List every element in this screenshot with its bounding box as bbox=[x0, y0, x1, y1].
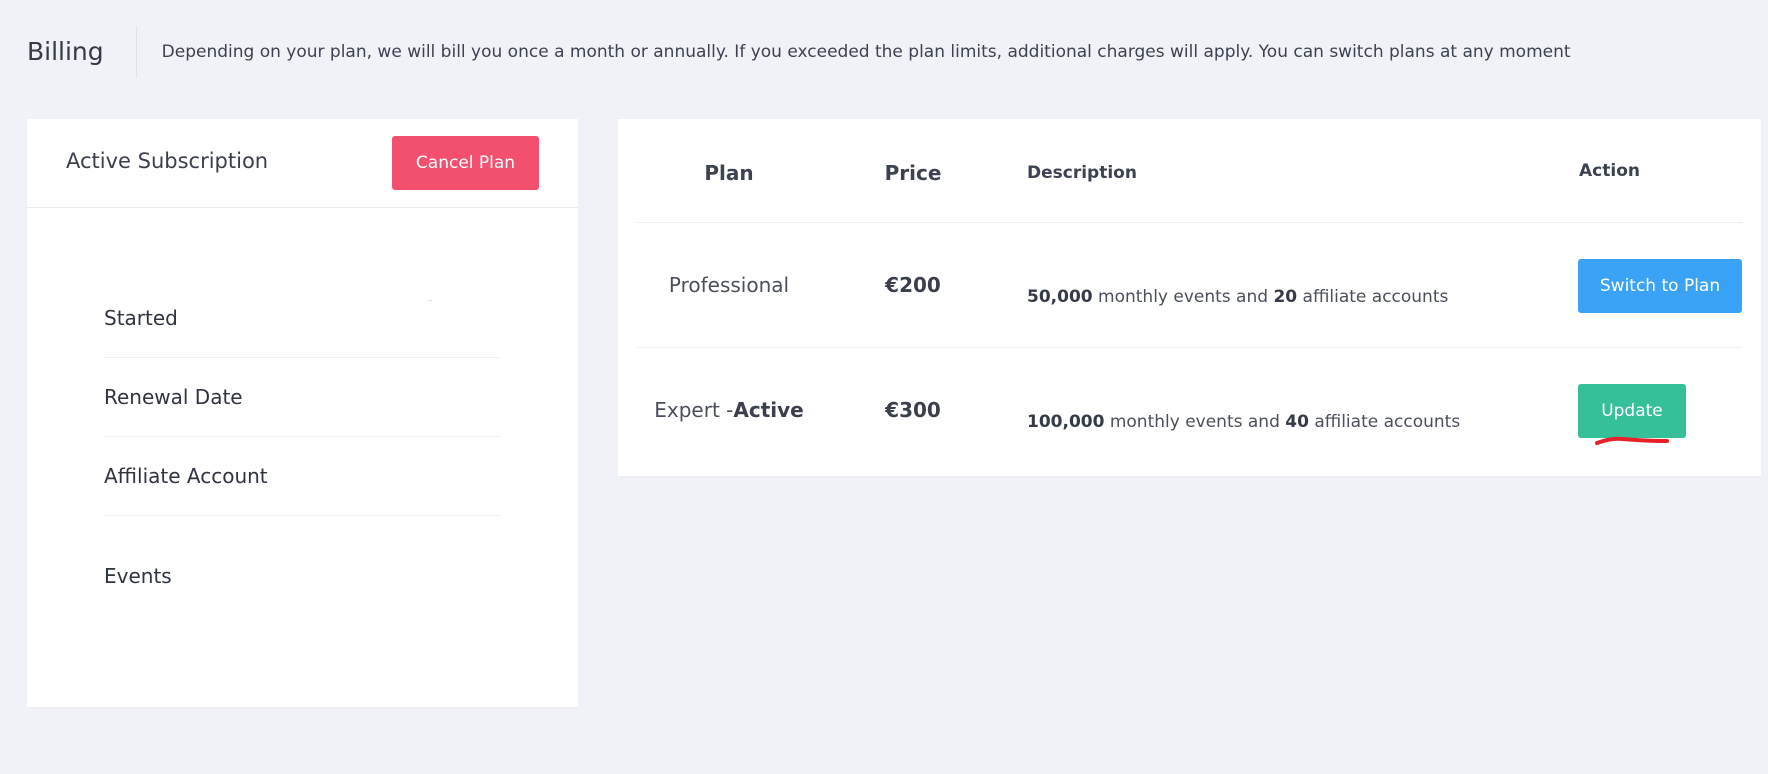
detail-row-renewal-date: Renewal Date bbox=[104, 358, 500, 437]
page-header: Billing Depending on your plan, we will … bbox=[27, 26, 1571, 78]
events-text: monthly events and bbox=[1104, 412, 1286, 432]
plan-price: €200 bbox=[885, 273, 941, 297]
plan-name-text: Professional bbox=[668, 273, 790, 297]
events-count: 100,000 bbox=[1027, 412, 1105, 432]
affiliates-text: affiliate accounts bbox=[1297, 287, 1449, 307]
active-subscription-card: Active Subscription Cancel Plan Started … bbox=[27, 119, 578, 707]
detail-row-events: Events bbox=[104, 516, 500, 636]
detail-label: Affiliate Account bbox=[104, 464, 268, 488]
plans-table: Plan Price Description Action Profession… bbox=[637, 119, 1742, 473]
update-plan-button[interactable]: Update bbox=[1578, 384, 1686, 438]
subscription-card-header: Active Subscription Cancel Plan bbox=[27, 119, 578, 208]
plan-description: 100,000 monthly events and 40 affiliate … bbox=[1027, 412, 1460, 432]
affiliates-count: 20 bbox=[1273, 287, 1298, 307]
affiliates-count: 40 bbox=[1285, 412, 1309, 432]
subscription-title: Active Subscription bbox=[66, 149, 269, 173]
billing-page: Billing Depending on your plan, we will … bbox=[0, 0, 1768, 774]
switch-to-plan-button[interactable]: Switch to Plan bbox=[1578, 259, 1742, 313]
cancel-plan-button[interactable]: Cancel Plan bbox=[392, 136, 539, 190]
column-header-description: Description bbox=[1027, 163, 1137, 183]
column-header-price: Price bbox=[884, 161, 942, 185]
table-row-professional: Professional €200 50,000 monthly events … bbox=[637, 223, 1742, 348]
detail-label: Events bbox=[104, 564, 172, 588]
plan-description: 50,000 monthly events and 20 affiliate a… bbox=[1027, 287, 1448, 307]
column-header-action: Action bbox=[1579, 161, 1640, 181]
table-row-expert: Expert -Active €300 100,000 monthly even… bbox=[637, 348, 1742, 473]
affiliates-text: affiliate accounts bbox=[1308, 412, 1461, 432]
subscription-details-list: Started Renewal Date Affiliate Account E… bbox=[104, 279, 500, 636]
events-text: monthly events and bbox=[1092, 287, 1274, 307]
detail-row-affiliate-account: Affiliate Account bbox=[104, 437, 500, 516]
detail-row-started: Started bbox=[104, 279, 500, 358]
plan-active-label: Active bbox=[733, 398, 804, 422]
column-header-plan: Plan bbox=[704, 161, 754, 185]
detail-label: Renewal Date bbox=[104, 385, 243, 409]
red-underline-annotation bbox=[1595, 436, 1669, 445]
table-header: Plan Price Description Action bbox=[637, 119, 1742, 223]
plan-name-text: Expert - bbox=[654, 398, 734, 422]
plan-name: Expert -Active bbox=[637, 398, 821, 422]
plans-card: Plan Price Description Action Profession… bbox=[618, 119, 1761, 476]
detail-label: Started bbox=[104, 306, 178, 330]
page-description: Depending on your plan, we will bill you… bbox=[161, 42, 1571, 62]
plan-name: Professional bbox=[637, 273, 821, 297]
page-title: Billing bbox=[27, 37, 104, 66]
events-count: 50,000 bbox=[1027, 287, 1093, 307]
plan-price: €300 bbox=[885, 398, 941, 422]
